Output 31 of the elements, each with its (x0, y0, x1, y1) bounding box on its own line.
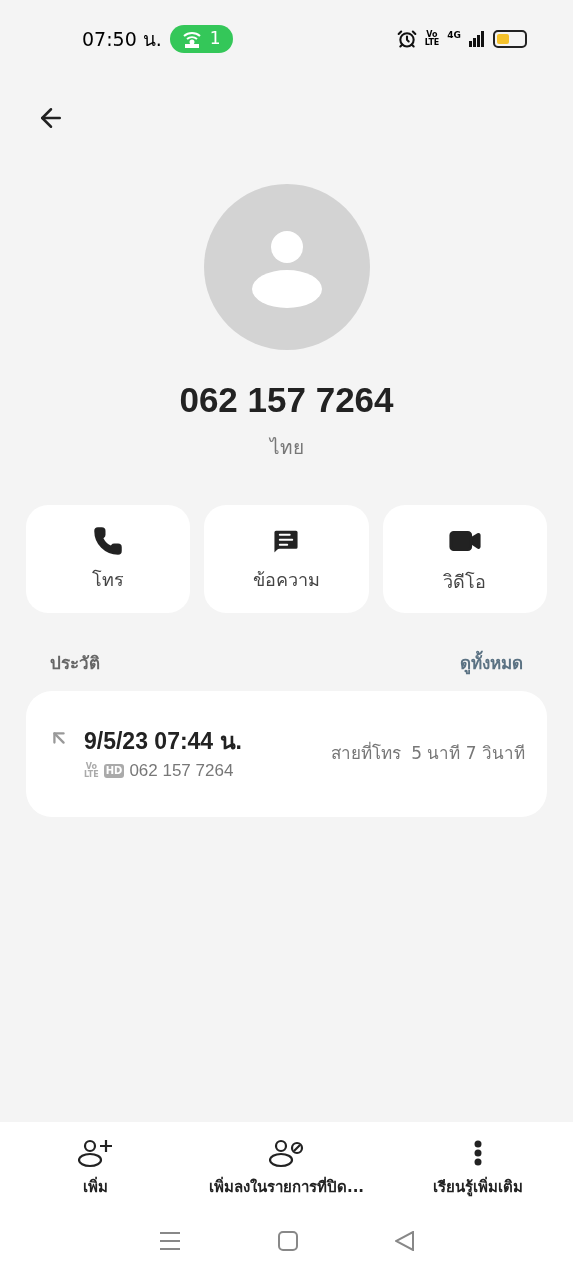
view-all-link[interactable]: ดูทั้งหมด (460, 651, 523, 677)
alarm-icon (396, 29, 417, 49)
contact-number: 062 157 7264 (179, 379, 394, 421)
status-time: 07:50 น. (82, 26, 162, 52)
add-action-button[interactable]: เพิ่ม (0, 1138, 191, 1199)
phone-icon (93, 525, 124, 556)
call-duration: 5 นาที 7 วินาที (411, 741, 525, 765)
back-nav-icon[interactable] (394, 1230, 415, 1251)
block-action-button[interactable]: เพิ่มลงในรายการที่ปิด... (191, 1138, 382, 1199)
hotspot-icon (181, 30, 202, 48)
battery-icon (493, 30, 527, 48)
message-button[interactable]: ข้อความ (204, 505, 369, 613)
block-contact-icon (268, 1138, 305, 1168)
add-contact-icon (77, 1138, 114, 1168)
hd-badge: HD (103, 763, 125, 778)
call-number: 062 157 7264 (129, 760, 234, 782)
call-type: สายที่โทร (331, 740, 402, 765)
contact-location: ไทย (269, 434, 304, 460)
call-datetime: 9/5/23 07:44 น. (84, 726, 242, 756)
video-button[interactable]: วิดีโอ (382, 505, 547, 613)
call-button[interactable]: โทร (26, 505, 191, 613)
volte-icon: Vo LTE (84, 762, 99, 779)
more-action-button[interactable]: เรียนรู้เพิ่มเติม (382, 1138, 573, 1199)
home-icon[interactable] (277, 1230, 298, 1251)
more-icon (473, 1140, 482, 1166)
recents-icon[interactable] (158, 1230, 181, 1251)
hotspot-badge: 1 (169, 25, 233, 53)
network-type: 4G (447, 31, 461, 40)
signal-icon (469, 31, 485, 47)
history-heading: ประวัติ (50, 652, 100, 675)
volte-icon: Vo LTE (424, 31, 440, 47)
